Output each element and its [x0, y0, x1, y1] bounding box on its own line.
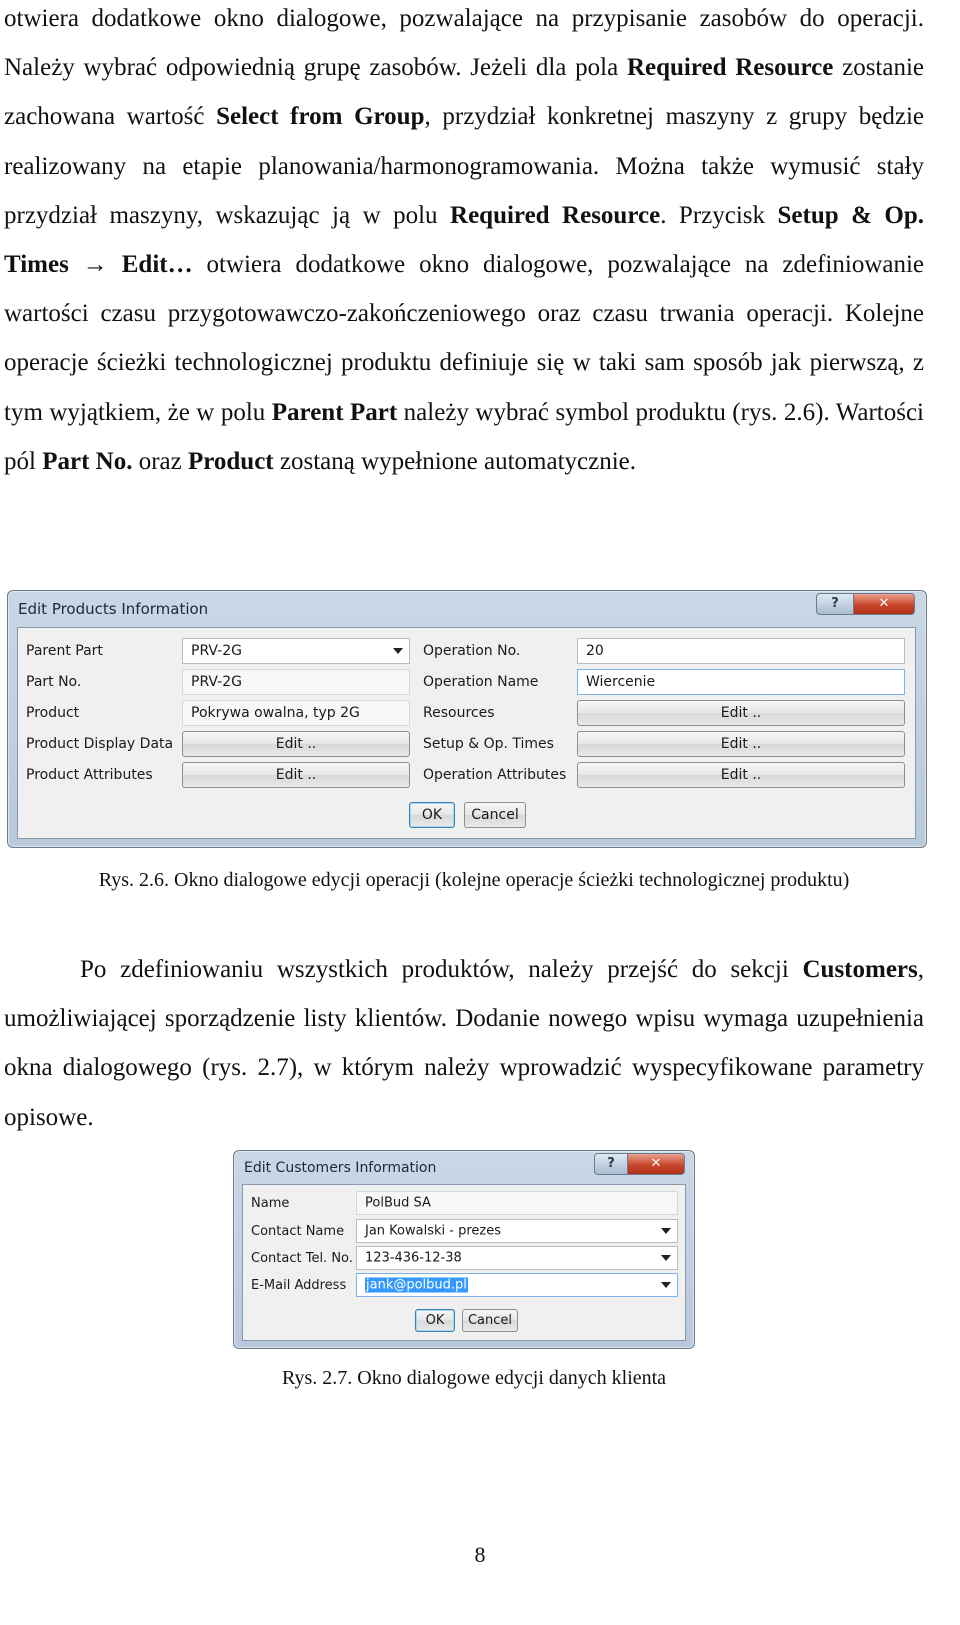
parent-part-value: PRV-2G	[191, 643, 242, 659]
text-run: oraz	[132, 447, 188, 475]
part-no-value: PRV-2G	[191, 674, 242, 690]
edit-customers-dialog: Edit Customers Information ? ✕ Name Cont…	[233, 1150, 695, 1349]
label-name: Name	[251, 1196, 290, 1211]
label-operation-attributes: Operation Attributes	[423, 767, 567, 783]
operation-no-field[interactable]: 20	[577, 638, 905, 664]
bold-term-parent-part: Parent Part	[271, 398, 398, 426]
product-attributes-edit-button[interactable]: Edit ..	[182, 762, 410, 788]
edit-products-dialog: Edit Products Information ? ✕ Parent Par…	[7, 590, 927, 848]
bold-term-edit: Edit…	[121, 251, 193, 279]
text-run: zostaną wypełnione automatycznie.	[273, 447, 637, 475]
contact-name-value: Jan Kowalski - prezes	[365, 1223, 501, 1239]
ok-button[interactable]: OK	[415, 1309, 455, 1332]
label-email: E-Mail Address	[251, 1278, 347, 1293]
close-button[interactable]: ✕	[627, 1153, 685, 1175]
chevron-down-icon	[393, 648, 403, 654]
operation-name-value: Wiercenie	[586, 674, 656, 690]
setup-op-times-edit-button[interactable]: Edit ..	[577, 731, 905, 757]
bold-term-select-from-group: Select from Group	[216, 103, 425, 131]
bold-term-product: Product	[187, 447, 274, 475]
product-value: Pokrywa owalna, typ 2G	[191, 705, 360, 721]
chevron-down-icon	[661, 1255, 671, 1261]
bold-term-required-resource: Required Resource	[626, 54, 834, 82]
operation-no-value: 20	[586, 643, 604, 659]
label-part-no: Part No.	[26, 674, 82, 690]
label-product-attributes: Product Attributes	[26, 767, 153, 783]
chevron-down-icon	[661, 1282, 671, 1288]
cancel-button[interactable]: Cancel	[464, 802, 526, 828]
figure-caption-2-7: Rys. 2.7. Okno dialogowe edycji danych k…	[281, 1367, 667, 1389]
help-button[interactable]: ?	[594, 1153, 628, 1175]
label-operation-name: Operation Name	[423, 674, 539, 690]
operation-attributes-edit-button[interactable]: Edit ..	[577, 762, 905, 788]
bold-term-part-no: Part No.	[42, 447, 133, 475]
part-no-field: PRV-2G	[182, 669, 410, 695]
dialog-client-area: Name Contact Name Contact Tel. No. E-Mai…	[242, 1184, 686, 1341]
text-run: Po zdefiniowaniu wszystkich produktów, n…	[80, 956, 803, 983]
dialog-titlebar: Edit Customers Information ? ✕	[234, 1151, 694, 1185]
contact-name-dropdown[interactable]: Jan Kowalski - prezes	[356, 1219, 678, 1243]
email-value: jank@polbud.pl	[365, 1277, 468, 1293]
label-contact-name: Contact Name	[251, 1224, 345, 1239]
ok-button[interactable]: OK	[409, 802, 455, 828]
operation-name-field[interactable]: Wiercenie	[577, 669, 905, 695]
label-operation-no: Operation No.	[423, 643, 521, 659]
close-button[interactable]: ✕	[853, 593, 915, 615]
page-number: 8	[474, 1542, 486, 1567]
product-display-data-edit-button[interactable]: Edit ..	[182, 731, 410, 757]
arrow-icon: →	[82, 251, 108, 279]
label-parent-part: Parent Part	[26, 643, 103, 659]
resources-edit-button[interactable]: Edit ..	[577, 700, 905, 726]
label-contact-tel: Contact Tel. No.	[251, 1251, 353, 1266]
name-field[interactable]: PolBud SA	[356, 1191, 678, 1215]
body-paragraph-1: otwiera dodatkowe okno dialogowe, pozwal…	[4, 0, 924, 486]
bold-term-required-resource: Required Resource	[450, 201, 661, 229]
dialog-titlebar: Edit Products Information ? ✕	[8, 591, 926, 625]
label-product-display-data: Product Display Data	[26, 736, 174, 752]
email-dropdown[interactable]: jank@polbud.pl	[356, 1273, 678, 1297]
label-resources: Resources	[423, 705, 495, 721]
label-product: Product	[26, 705, 80, 721]
dialog-title: Edit Customers Information	[244, 1160, 437, 1176]
bold-term-customers: Customers	[802, 956, 918, 983]
chevron-down-icon	[661, 1228, 671, 1234]
text-run: . Przycisk	[660, 201, 778, 229]
cancel-button[interactable]: Cancel	[462, 1309, 518, 1332]
name-value: PolBud SA	[365, 1195, 431, 1211]
dialog-title: Edit Products Information	[18, 600, 209, 618]
product-field: Pokrywa owalna, typ 2G	[182, 700, 410, 726]
parent-part-dropdown[interactable]: PRV-2G	[182, 638, 410, 664]
figure-caption-2-6: Rys. 2.6. Okno dialogowe edycji operacji…	[98, 869, 850, 891]
contact-tel-dropdown[interactable]: 123-436-12-38	[356, 1246, 678, 1270]
help-button[interactable]: ?	[816, 593, 854, 615]
contact-tel-value: 123-436-12-38	[365, 1250, 462, 1266]
label-setup-op-times: Setup & Op. Times	[423, 736, 554, 752]
dialog-client-area: Parent Part Part No. Product Product Dis…	[17, 627, 916, 839]
body-paragraph-2: Po zdefiniowaniu wszystkich produktów, n…	[4, 945, 924, 1142]
